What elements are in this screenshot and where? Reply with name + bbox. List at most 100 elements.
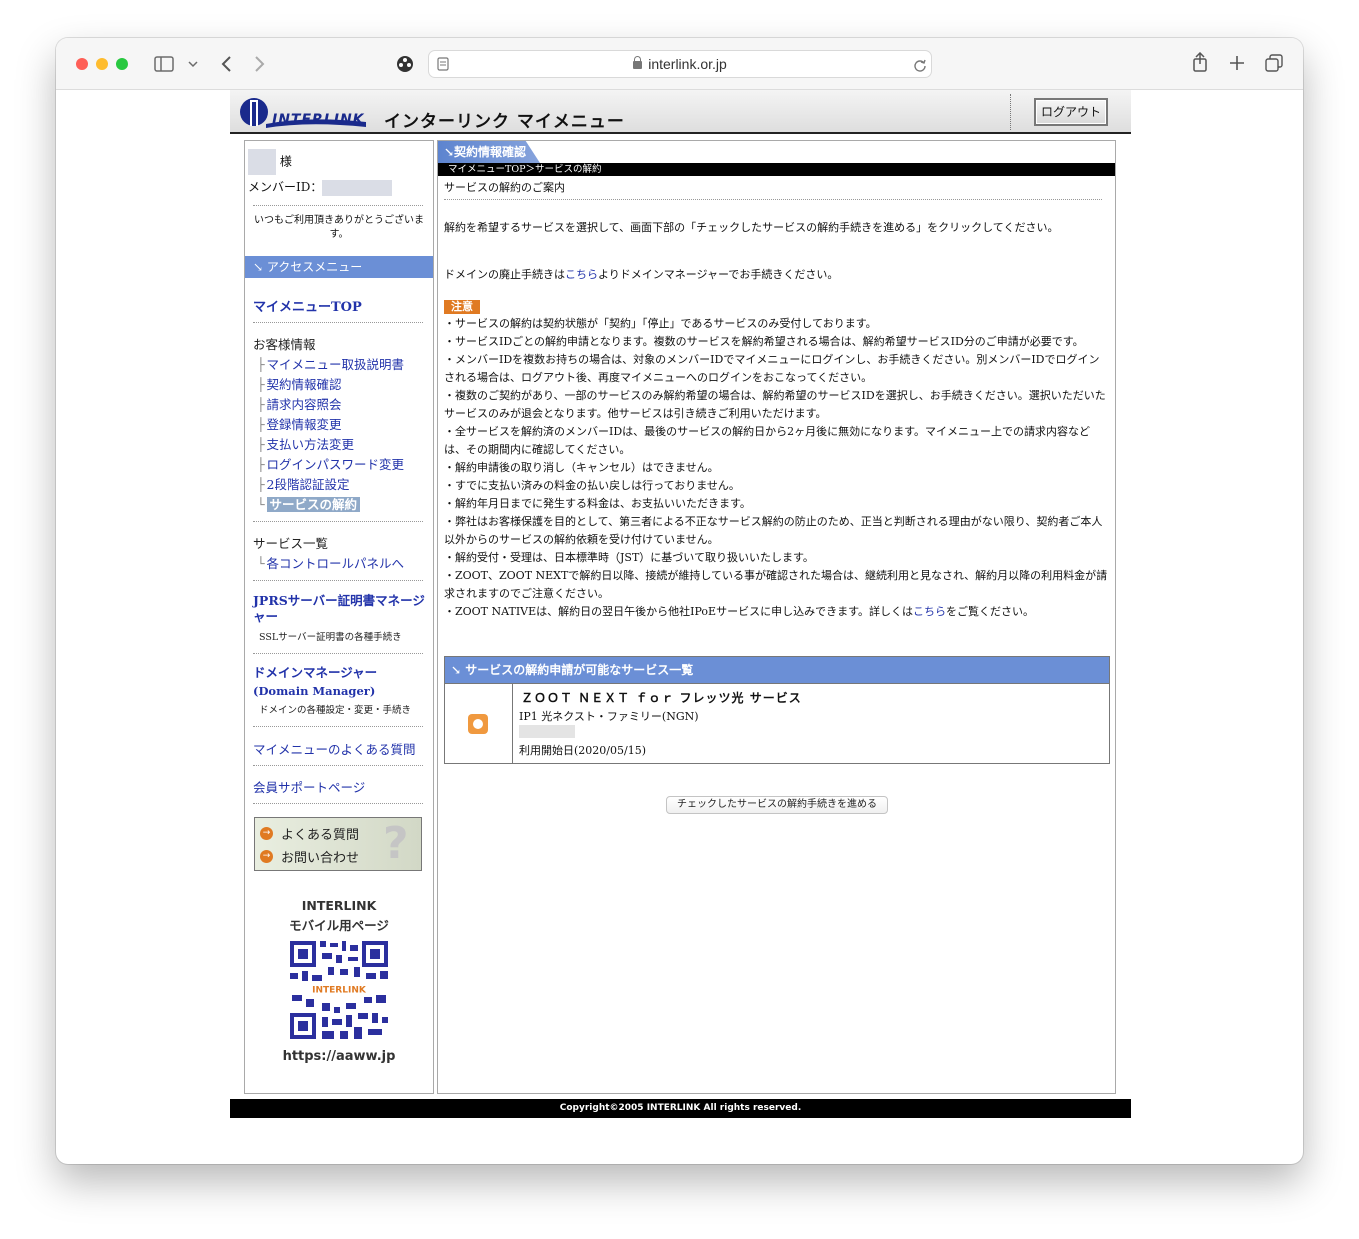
sidebar-icon[interactable] (154, 56, 174, 72)
chevron-down-icon[interactable] (188, 60, 198, 68)
back-icon[interactable] (220, 55, 232, 73)
page-title: サービスの解約のご案内 (444, 181, 565, 194)
breadcrumb[interactable]: マイメニューTOP＞サービスの解約 (438, 163, 1115, 176)
menu-link-payment-method[interactable]: ├ 支払い方法変更 (257, 434, 354, 453)
menu-link-support-page[interactable]: 会員サポートページ (253, 777, 365, 796)
section-tab: ↘契約情報確認 (438, 141, 540, 163)
tabs-icon[interactable] (1265, 54, 1283, 72)
faq-link[interactable]: よくある質問 (281, 824, 359, 843)
menu-link-mymenu-faq[interactable]: マイメニューのよくある質問 (253, 739, 416, 758)
table-row: ＺＯＯＴ ＮＥＸＴ ｆｏｒ フレッツ光 サービス IP1 光ネクスト・ファミリー… (445, 683, 1109, 764)
menu-link-contract-info[interactable]: ├ 契約情報確認 (257, 374, 342, 393)
domain-note: ドメインの各種設定・変更・手続き (259, 705, 412, 716)
note-item: ・弊社はお客様保護を目的として、第三者による不正なサービス解約の防止のため、正当… (444, 515, 1103, 546)
notes-list: ・サービスの解約は契約状態が「契約」「停止」であるサービスのみ受付しております。… (444, 315, 1108, 621)
menu-link-jprs[interactable]: JPRSサーバー証明書マネージャー (253, 593, 425, 625)
menu-link-mymenu-top[interactable]: マイメニューTOP (253, 296, 362, 315)
left-sidebar: 様 メンバーID： いつもご利用頂きありがとうございます。 ↘ アクセスメニュー… (244, 140, 434, 1094)
divider (444, 199, 1102, 200)
note-item: ・サービスの解約は契約状態が「契約」「停止」であるサービスのみ受付しております。 (444, 317, 877, 330)
logout-button[interactable]: ログアウト (1034, 98, 1108, 126)
qr-code[interactable]: INTERLINK (288, 939, 390, 1041)
note-item: ・解約受付・受理は、日本標準時（JST）に基づいて取り扱いいたします。 (444, 551, 814, 564)
domain-cancel-link[interactable]: こちら (565, 268, 598, 281)
qr-label: INTERLINK (312, 986, 367, 996)
divider (253, 205, 423, 206)
menu-link-manual[interactable]: ├ マイメニュー取扱説明書 (257, 354, 404, 373)
divider (253, 726, 423, 727)
thanks-message: いつもご利用頂きありがとうございます。 (254, 215, 424, 240)
divider (253, 803, 423, 804)
jprs-note: SSLサーバー証明書の各種手続き (259, 632, 402, 643)
service-name: ＺＯＯＴ ＮＥＸＴ ｆｏｒ フレッツ光 サービス (521, 691, 802, 705)
note-item: ・メンバーIDを複数お持ちの場合は、対象のメンバーIDでマイメニューにログインし… (444, 353, 1100, 384)
note-item: ・複数のご契約があり、一部のサービスのみ解約希望の場合は、解約希望のサービスID… (444, 389, 1106, 420)
service-table: ↘ サービスの解約申請が可能なサービス一覧 ＺＯＯＴ ＮＥＸＴ ｆｏｒ フレッツ… (444, 656, 1110, 764)
menu-link-password[interactable]: ├ ログインパスワード変更 (257, 454, 404, 473)
mobile-title-1: INTERLINK (301, 898, 377, 913)
domain-cancel-text: ドメインの廃止手続きはこちらよりドメインマネージャーでお手続きください。 (444, 268, 839, 281)
menu-link-cancel-service[interactable]: └ サービスの解約 (257, 494, 361, 513)
zoom-window-button[interactable] (116, 58, 128, 70)
service-plan: IP1 光ネクスト・ファミリー(NGN) (519, 710, 699, 723)
question-mark-icon: ? (383, 818, 409, 869)
divider (253, 653, 423, 654)
url-text: interlink.or.jp (429, 51, 931, 77)
minimize-window-button[interactable] (96, 58, 108, 70)
menu-link-domain-manager[interactable]: ドメインマネージャー (253, 665, 377, 681)
close-window-button[interactable] (76, 58, 88, 70)
forward-icon[interactable] (254, 55, 266, 73)
main-content: ↘契約情報確認 マイメニューTOP＞サービスの解約 サービスの解約のご案内 解約… (437, 140, 1116, 1094)
note-item: ・全サービスを解約済のメンバーIDは、最後のサービスの解約日から2ヶ月後に無効に… (444, 425, 1091, 456)
browser-window: interlink.or.jp INTERLINK インターリンク マイメニュー… (56, 38, 1303, 1164)
note-item: ・解約申請後の取り消し（キャンセル）はできません。 (444, 461, 719, 474)
header-divider (1010, 94, 1011, 130)
member-id-redacted (322, 179, 393, 196)
menu-link-control-panel[interactable]: └ 各コントロールパネルへ (257, 553, 404, 572)
divider (253, 322, 423, 323)
browser-toolbar: interlink.or.jp (56, 38, 1303, 90)
zoot-native-link[interactable]: こちら (913, 605, 946, 618)
share-icon[interactable] (1192, 52, 1208, 72)
extension-icon[interactable] (396, 55, 414, 73)
mobile-title-2: モバイル用ページ (289, 918, 389, 933)
checkbox-cell (445, 684, 513, 764)
web-page: INTERLINK インターリンク マイメニュー ログアウト 様 メンバーID：… (230, 90, 1131, 1118)
address-bar[interactable]: interlink.or.jp (428, 50, 932, 78)
divider (253, 521, 423, 522)
mobile-url[interactable]: https://aaww.jp (245, 1049, 433, 1064)
intro-text: 解約を希望するサービスを選択して、画面下部の「チェックしたサービスの解約手続きを… (444, 221, 1059, 234)
menu-link-registration[interactable]: ├ 登録情報変更 (257, 414, 342, 433)
site-header: INTERLINK インターリンク マイメニュー ログアウト (230, 90, 1131, 134)
divider (253, 765, 423, 766)
menu-link-2fa[interactable]: ├ 2段階認証設定 (257, 474, 350, 493)
lock-icon (633, 56, 643, 69)
site-title: インターリンク マイメニュー (384, 112, 625, 132)
arrow-circle-icon: → (260, 827, 273, 840)
note-item: ・解約年月日までに発生する料金は、お支払いいただきます。 (444, 497, 751, 510)
proceed-cancel-button[interactable]: チェックしたサービスの解約手続きを進める (666, 796, 888, 814)
member-id: メンバーID： (248, 178, 393, 196)
customer-info-label: お客様情報 (253, 337, 316, 352)
svg-text:INTERLINK: INTERLINK (272, 112, 365, 128)
new-tab-icon[interactable] (1229, 55, 1245, 71)
access-menu-header: ↘ アクセスメニュー (245, 256, 433, 278)
service-start-date: 利用開始日(2020/05/15) (519, 744, 646, 757)
user-name: 様 (248, 149, 292, 175)
user-name-redacted (248, 149, 276, 175)
service-table-header: ↘ サービスの解約申請が可能なサービス一覧 (445, 657, 1109, 683)
menu-link-billing[interactable]: ├ 請求内容照会 (257, 394, 342, 413)
service-id-redacted (519, 725, 575, 738)
note-item: ・ZOOT NATIVEは、解約日の翌日午後から他社IPoEサービスに申し込みで… (444, 605, 1034, 618)
service-list-label: サービス一覧 (253, 536, 329, 551)
divider (253, 580, 423, 581)
interlink-logo[interactable]: INTERLINK (238, 94, 370, 130)
note-item: ・すでに支払い済みの料金の払い戻しは行っておりません。 (444, 479, 740, 492)
faq-contact-banner: ? → よくある質問 → お問い合わせ (254, 817, 422, 871)
note-item: ・サービスIDごとの解約申請となります。複数のサービスを解約希望される場合は、解… (444, 335, 1084, 348)
service-checkbox[interactable] (468, 714, 488, 734)
note-item: ・ZOOT、ZOOT NEXTで解約日以降、接続が維持している事が確認された場合… (444, 569, 1108, 600)
domain-manager-sub[interactable]: (Domain Manager) (253, 683, 375, 699)
contact-link[interactable]: お問い合わせ (281, 847, 359, 866)
reload-icon[interactable] (913, 58, 927, 72)
